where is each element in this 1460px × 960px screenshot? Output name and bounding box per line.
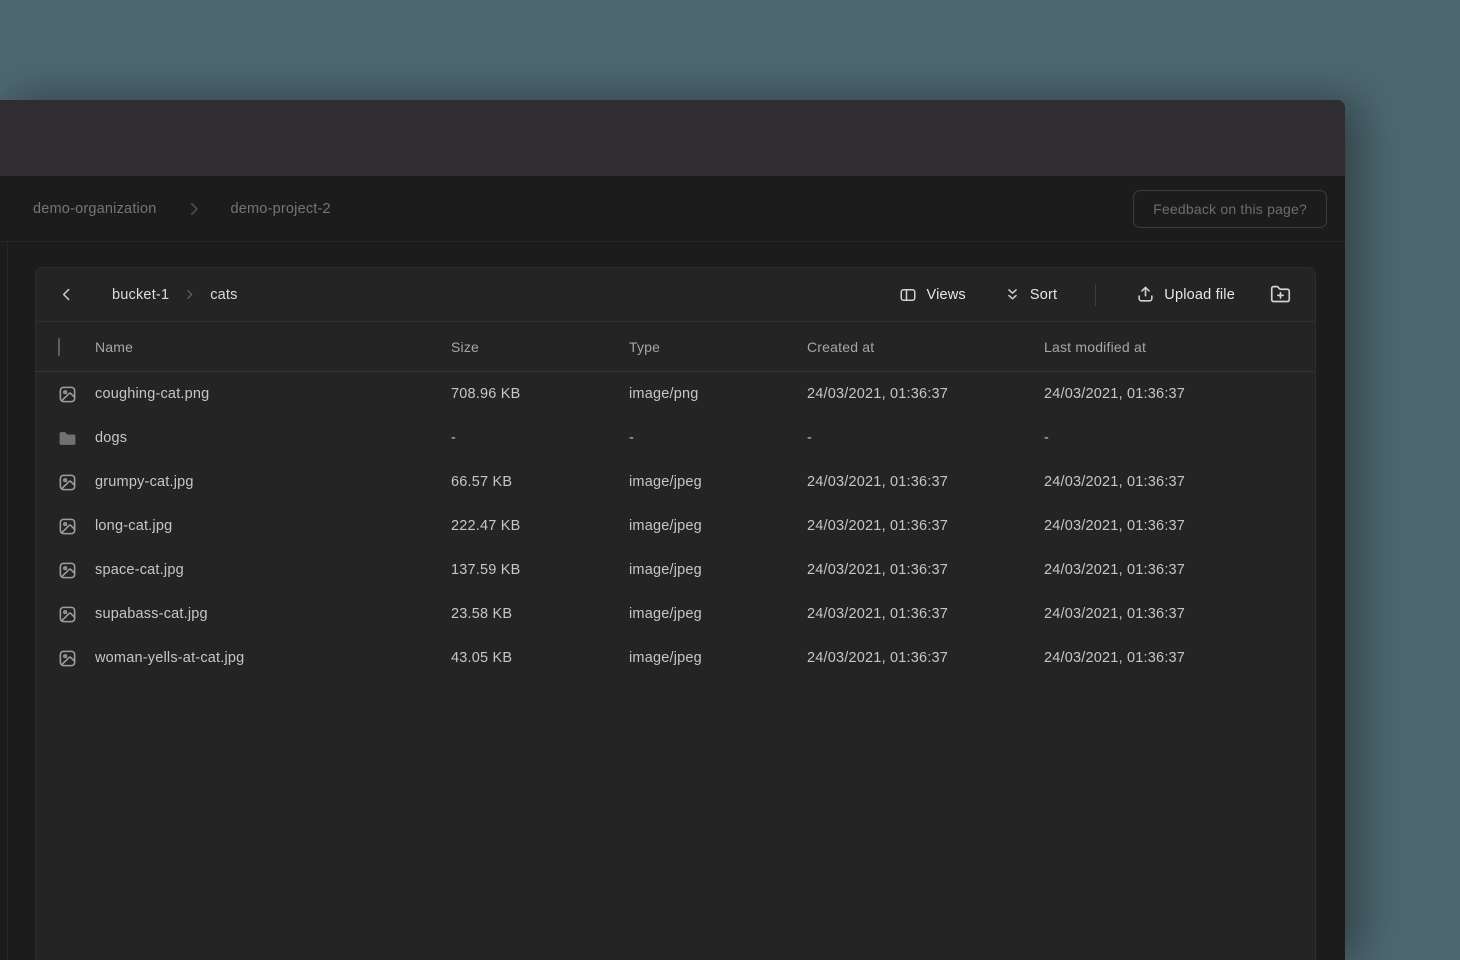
image-file-icon: [58, 561, 77, 580]
cell-modified: 24/03/2021, 01:36:37: [1044, 474, 1315, 490]
window-titlebar: [0, 100, 1345, 176]
column-header-modified: Last modified at: [1044, 339, 1315, 355]
back-button[interactable]: [52, 281, 80, 309]
views-button-label: Views: [926, 287, 965, 303]
column-header-created: Created at: [807, 339, 1044, 355]
cell-modified: 24/03/2021, 01:36:37: [1044, 518, 1315, 534]
app-window: demo-organization demo-project-2 Feedbac…: [0, 100, 1345, 960]
cell-created: -: [807, 430, 1044, 446]
cell-name: supabass-cat.jpg: [95, 606, 451, 622]
cell-size: -: [451, 430, 629, 446]
cell-name: space-cat.jpg: [95, 562, 451, 578]
cell-modified: 24/03/2021, 01:36:37: [1044, 562, 1315, 578]
table-header: Name Size Type Created at Last modified …: [36, 322, 1315, 372]
cell-created: 24/03/2021, 01:36:37: [807, 606, 1044, 622]
cell-modified: 24/03/2021, 01:36:37: [1044, 606, 1315, 622]
cell-modified: 24/03/2021, 01:36:37: [1044, 650, 1315, 666]
upload-icon: [1136, 285, 1155, 304]
sort-button[interactable]: Sort: [1004, 286, 1057, 303]
cell-size: 23.58 KB: [451, 606, 629, 622]
table-row[interactable]: coughing-cat.png 708.96 KB image/png 24/…: [36, 372, 1315, 416]
table-row[interactable]: long-cat.jpg 222.47 KB image/jpeg 24/03/…: [36, 504, 1315, 548]
image-file-icon: [58, 649, 77, 668]
cell-type: image/jpeg: [629, 650, 807, 666]
cell-type: image/jpeg: [629, 606, 807, 622]
columns-view-icon: [899, 286, 917, 304]
chevron-left-icon: [58, 286, 75, 303]
toolbar-divider: [1095, 284, 1096, 306]
breadcrumb-project[interactable]: demo-project-2: [231, 201, 331, 217]
image-file-icon: [58, 385, 77, 404]
cell-size: 43.05 KB: [451, 650, 629, 666]
table-row[interactable]: space-cat.jpg 137.59 KB image/jpeg 24/03…: [36, 548, 1315, 592]
column-header-name: Name: [95, 339, 451, 355]
table-row[interactable]: supabass-cat.jpg 23.58 KB image/jpeg 24/…: [36, 592, 1315, 636]
table-body: coughing-cat.png 708.96 KB image/png 24/…: [36, 372, 1315, 680]
views-button[interactable]: Views: [899, 286, 965, 304]
cell-modified: 24/03/2021, 01:36:37: [1044, 386, 1315, 402]
column-header-type: Type: [629, 339, 807, 355]
cell-type: image/png: [629, 386, 807, 402]
cell-size: 66.57 KB: [451, 474, 629, 490]
cell-name: dogs: [95, 430, 451, 446]
desktop-background: { "topnav": { "org": "demo-organization"…: [0, 0, 1460, 960]
cell-size: 137.59 KB: [451, 562, 629, 578]
cell-size: 222.47 KB: [451, 518, 629, 534]
select-all-checkbox[interactable]: [58, 338, 60, 356]
path-crumb-folder[interactable]: cats: [210, 287, 237, 303]
cell-type: image/jpeg: [629, 562, 807, 578]
cell-name: coughing-cat.png: [95, 386, 451, 402]
sidebar-edge: [0, 242, 8, 960]
cell-created: 24/03/2021, 01:36:37: [807, 562, 1044, 578]
cell-created: 24/03/2021, 01:36:37: [807, 386, 1044, 402]
folder-plus-icon: [1270, 284, 1291, 305]
cell-name: woman-yells-at-cat.jpg: [95, 650, 451, 666]
cell-created: 24/03/2021, 01:36:37: [807, 474, 1044, 490]
path-breadcrumb: bucket-1 cats: [112, 287, 238, 303]
image-file-icon: [58, 517, 77, 536]
cell-created: 24/03/2021, 01:36:37: [807, 518, 1044, 534]
upload-button-label: Upload file: [1164, 287, 1235, 303]
breadcrumb: demo-organization demo-project-2 Feedbac…: [0, 176, 1345, 242]
table-row[interactable]: dogs - - - -: [36, 416, 1315, 460]
chevron-right-icon: [185, 200, 203, 218]
create-folder-button[interactable]: [1265, 280, 1295, 310]
path-crumb-bucket[interactable]: bucket-1: [112, 287, 169, 303]
chevrons-down-icon: [1004, 286, 1021, 303]
cell-name: grumpy-cat.jpg: [95, 474, 451, 490]
image-file-icon: [58, 605, 77, 624]
cell-name: long-cat.jpg: [95, 518, 451, 534]
cell-type: image/jpeg: [629, 518, 807, 534]
cell-modified: -: [1044, 430, 1315, 446]
cell-type: -: [629, 430, 807, 446]
column-header-size: Size: [451, 339, 629, 355]
table-row[interactable]: grumpy-cat.jpg 66.57 KB image/jpeg 24/03…: [36, 460, 1315, 504]
breadcrumb-organization[interactable]: demo-organization: [33, 201, 157, 217]
upload-file-button[interactable]: Upload file: [1136, 285, 1235, 304]
cell-type: image/jpeg: [629, 474, 807, 490]
explorer-toolbar: bucket-1 cats Views Sort: [36, 268, 1315, 322]
storage-explorer-panel: bucket-1 cats Views Sort: [35, 267, 1316, 960]
table-row[interactable]: woman-yells-at-cat.jpg 43.05 KB image/jp…: [36, 636, 1315, 680]
feedback-button[interactable]: Feedback on this page?: [1133, 190, 1327, 228]
cell-size: 708.96 KB: [451, 386, 629, 402]
chevron-right-icon: [183, 288, 196, 301]
folder-icon: [58, 429, 77, 448]
image-file-icon: [58, 473, 77, 492]
sort-button-label: Sort: [1030, 287, 1057, 303]
cell-created: 24/03/2021, 01:36:37: [807, 650, 1044, 666]
